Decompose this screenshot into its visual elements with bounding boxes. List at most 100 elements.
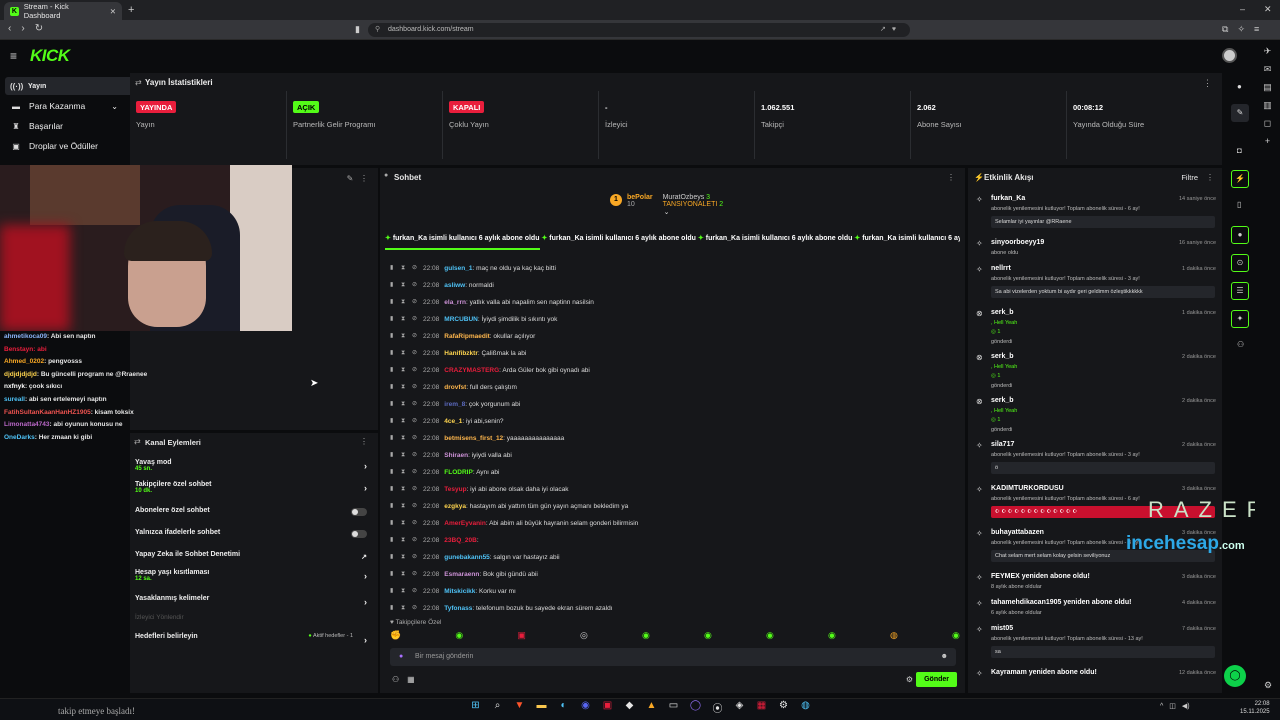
close-window-icon[interactable]: ✕ bbox=[1264, 4, 1272, 15]
timeout-icon[interactable]: ⧗ bbox=[401, 379, 407, 396]
pin-icon[interactable]: ▮ bbox=[390, 549, 396, 566]
ban-icon[interactable]: ⊘ bbox=[412, 311, 418, 328]
ban-icon[interactable]: ⊘ bbox=[412, 447, 418, 464]
user-avatar[interactable] bbox=[1222, 48, 1237, 63]
chat-message[interactable]: ▮ ⧗ ⊘ 22:08 MRCUBUN: İyiydi şimdilik bi sıkı… bbox=[390, 311, 960, 328]
pin-icon[interactable]: ▮ bbox=[390, 328, 396, 345]
menu-icon[interactable]: ≡ bbox=[1254, 24, 1259, 35]
chat-message[interactable]: ▮ ⧗ ⊘ 22:08 irem_8: çok yorgunum abi bbox=[390, 396, 960, 413]
broadcast-icon[interactable]: ⊙ bbox=[1231, 254, 1249, 272]
message-user[interactable]: asliww bbox=[444, 282, 465, 289]
message-user[interactable]: drovfst bbox=[444, 384, 466, 391]
new-tab-icon[interactable]: + bbox=[128, 4, 134, 16]
network-icon[interactable]: ◫ bbox=[1169, 702, 1176, 710]
pin-icon[interactable]: ▮ bbox=[390, 345, 396, 362]
message-user[interactable]: CRAZYMASTERG bbox=[444, 367, 499, 374]
timeout-icon[interactable]: ⧗ bbox=[401, 447, 407, 464]
chat-message[interactable]: ▮ ⧗ ⊘ 22:08 gunebakann55: salgın var hastayı… bbox=[390, 549, 960, 566]
chat-message[interactable]: ▮ ⧗ ⊘ 22:08 ela_rrn: yatlık valla abi napali… bbox=[390, 294, 960, 311]
timeout-icon[interactable]: ⧗ bbox=[401, 413, 407, 430]
ban-icon[interactable]: ⊘ bbox=[412, 413, 418, 430]
chat-message[interactable]: ▮ ⧗ ⊘ 22:08 CRAZYMASTERG: Arda Güler bok gib… bbox=[390, 362, 960, 379]
chat-message[interactable]: ▮ ⧗ ⊘ 22:08 Hanifibzktr: Çalißmak la abi bbox=[390, 345, 960, 362]
event-user[interactable]: KADIMTURKORDUSU bbox=[991, 485, 1064, 492]
chat-message[interactable]: ▮ ⧗ ⊘ 22:08 gulsen_1: maç ne oldu ya kaç kaç… bbox=[390, 260, 960, 277]
emote-icon[interactable]: ◉ bbox=[828, 630, 836, 641]
message-user[interactable]: Tesyup bbox=[444, 486, 466, 493]
screenshot-icon[interactable]: ⧉ bbox=[1222, 24, 1228, 35]
feed-event[interactable]: ✧ sila717 2 dakika önce abonelik yenilemesi… bbox=[976, 441, 1216, 485]
emote-icon[interactable]: ▣ bbox=[517, 630, 526, 641]
app-icon[interactable]: ⦿ bbox=[710, 700, 725, 715]
send-button[interactable]: Gönder bbox=[916, 672, 957, 687]
ban-icon[interactable]: ⊘ bbox=[412, 515, 418, 532]
event-user[interactable]: FEYMEX yeniden abone oldu! bbox=[991, 573, 1090, 580]
chat-message[interactable]: ▮ ⧗ ⊘ 22:08 23BQ_20B: bbox=[390, 532, 960, 549]
message-user[interactable]: RafaRipmaedit bbox=[444, 333, 490, 340]
timeout-icon[interactable]: ⧗ bbox=[401, 549, 407, 566]
pin-icon[interactable]: ▮ bbox=[390, 532, 396, 549]
ai-moderation-action[interactable]: Yapay Zeka ile Sohbet Denetimi ↗ bbox=[135, 551, 373, 561]
rail-icon[interactable]: ▥ bbox=[1263, 100, 1272, 111]
more-options-icon[interactable]: ⋮ bbox=[360, 437, 368, 446]
feed-event[interactable]: ✧ furkan_Ka 14 saniye önce abonelik yenilem… bbox=[976, 195, 1216, 239]
stats-drag-icon[interactable]: ⇄ bbox=[135, 78, 142, 87]
timeout-icon[interactable]: ⧗ bbox=[401, 430, 407, 447]
sidebar-item-basarilar[interactable]: ♜ Başarılar bbox=[6, 117, 122, 135]
event-user[interactable]: Kayramam yeniden abone oldu! bbox=[991, 669, 1097, 676]
emote-icon[interactable]: ◍ bbox=[890, 630, 898, 641]
pin-icon[interactable]: ▮ bbox=[390, 294, 396, 311]
rail-icon[interactable]: ◻ bbox=[1264, 118, 1271, 129]
address-bar[interactable]: ⚲ dashboard.kick.com/stream ↗♥ bbox=[368, 23, 910, 37]
timeout-icon[interactable]: ⧗ bbox=[401, 260, 407, 277]
system-clock[interactable]: 22:08 15.11.2025 bbox=[1240, 700, 1270, 716]
pin-icon[interactable]: ▮ bbox=[390, 600, 396, 617]
forward-icon[interactable]: › bbox=[21, 23, 24, 34]
emote-icon[interactable]: ◉ bbox=[704, 630, 712, 641]
message-user[interactable]: betmisens_first_12 bbox=[444, 435, 503, 442]
message-user[interactable]: Hanifibzktr bbox=[444, 350, 478, 357]
hamburger-menu-icon[interactable]: ≡ bbox=[10, 49, 17, 63]
chat-bubble-icon[interactable]: ● bbox=[1231, 226, 1249, 244]
banned-words-action[interactable]: Yasaklanmış kelimeler › bbox=[135, 595, 373, 607]
event-user[interactable]: serk_b bbox=[991, 309, 1014, 316]
pin-icon[interactable]: ▮ bbox=[390, 311, 396, 328]
message-user[interactable]: gulsen_1 bbox=[444, 265, 472, 272]
ban-icon[interactable]: ⊘ bbox=[412, 328, 418, 345]
chat-message[interactable]: ▮ ⧗ ⊘ 22:08 drovfst: full ders çalıştım bbox=[390, 379, 960, 396]
document-icon[interactable]: ▯ bbox=[1237, 200, 1241, 209]
ban-icon[interactable]: ⊘ bbox=[412, 277, 418, 294]
event-user[interactable]: serk_b bbox=[991, 353, 1014, 360]
pin-icon[interactable]: ▮ bbox=[390, 430, 396, 447]
discord-icon[interactable]: ◉ bbox=[578, 700, 593, 715]
filter-button[interactable]: Filtre bbox=[1181, 173, 1198, 182]
collapse-icon[interactable]: ⌄ bbox=[610, 208, 723, 216]
file-explorer-icon[interactable]: ▬ bbox=[534, 700, 549, 715]
message-user[interactable]: ela_rrn bbox=[444, 299, 466, 306]
epic-games-icon[interactable]: ◆ bbox=[622, 700, 637, 715]
microphone-icon[interactable]: ● bbox=[399, 648, 403, 666]
edit-layout-icon[interactable]: ✎ bbox=[1231, 104, 1249, 122]
timeout-icon[interactable]: ⧗ bbox=[401, 396, 407, 413]
ban-icon[interactable]: ⊘ bbox=[412, 464, 418, 481]
sidebar-item-droplar[interactable]: ▣ Droplar ve Ödüller bbox=[6, 137, 122, 155]
chat-message[interactable]: ▮ ⧗ ⊘ 22:08 AmerEyvanin: Abi abim ali büyük … bbox=[390, 515, 960, 532]
more-options-icon[interactable]: ⋮ bbox=[947, 173, 955, 182]
info-icon[interactable]: ● bbox=[1237, 82, 1242, 91]
emote-icon[interactable]: ◉ bbox=[455, 630, 463, 641]
sidebar-item-para-kazanma[interactable]: ▬ Para Kazanma ⌄ bbox=[6, 97, 122, 115]
rail-icon[interactable]: ✉ bbox=[1264, 64, 1272, 75]
followers-only-action[interactable]: Takipçilere özel sohbet 10 dk. › bbox=[135, 481, 373, 494]
drag-icon[interactable]: ⇄ bbox=[134, 437, 141, 446]
event-user[interactable]: buhayattabazen bbox=[991, 529, 1044, 536]
obs-icon[interactable]: ◯ bbox=[688, 700, 703, 715]
camera-icon[interactable]: ◘ bbox=[1237, 146, 1242, 155]
pin-icon[interactable]: ▮ bbox=[390, 362, 396, 379]
account-age-action[interactable]: Hesap yaşı kısıtlaması 12 sa. › bbox=[135, 569, 373, 582]
ban-icon[interactable]: ⊘ bbox=[412, 481, 418, 498]
goals-action[interactable]: Hedefleri belirleyin ● Aktif hedefler - … bbox=[135, 633, 373, 645]
event-user[interactable]: serk_b bbox=[991, 397, 1014, 404]
event-user[interactable]: nellrrt bbox=[991, 265, 1011, 272]
message-user[interactable]: 23BQ_20B bbox=[444, 537, 477, 544]
chat-message[interactable]: ▮ ⧗ ⊘ 22:08 asliww: normaldi bbox=[390, 277, 960, 294]
